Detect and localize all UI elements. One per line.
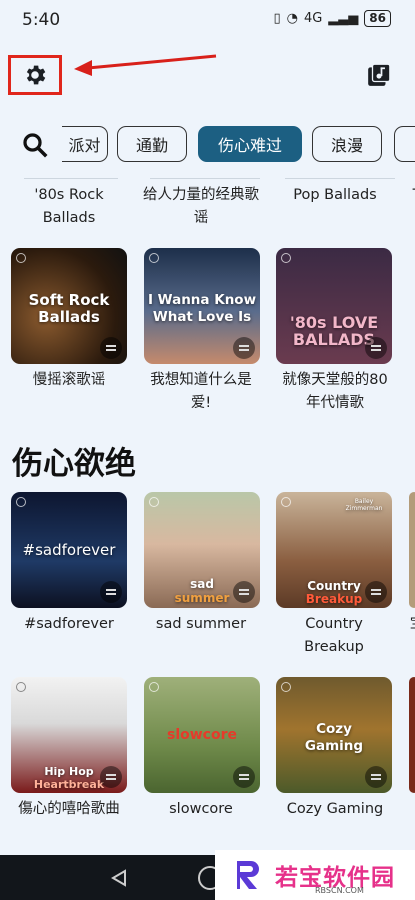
divider	[24, 178, 118, 179]
chip-commute[interactable]: 通勤	[117, 126, 187, 162]
cover-title: Cozy Gaming	[304, 721, 364, 754]
playlist-cover-80s-love[interactable]: '80s LOVE BALLADS	[276, 248, 392, 364]
playlist-cover-love[interactable]: I Wanna Know What Love Is	[144, 248, 260, 364]
playlist-cover-partial[interactable]	[409, 492, 415, 608]
queue-icon[interactable]	[365, 766, 387, 788]
cover-title: slowcore	[167, 727, 237, 743]
playlist-caption[interactable]: Pop Ballads	[276, 184, 394, 207]
signal-4g: 4G	[303, 11, 323, 26]
search-icon[interactable]	[20, 130, 50, 160]
playlist-caption[interactable]: 给人力量的经典歌谣	[142, 184, 260, 230]
queue-icon[interactable]	[233, 581, 255, 603]
playlist-cover-soft-rock[interactable]: Soft Rock Ballads	[11, 248, 127, 364]
playlist-cover-cozy-gaming[interactable]: Cozy Gaming	[276, 677, 392, 793]
cover-artist: Bailey Zimmerman	[345, 498, 383, 512]
queue-icon[interactable]	[100, 766, 122, 788]
playlist-cover-country-breakup[interactable]: Bailey Zimmerman Country Breakup	[276, 492, 392, 608]
chip-party[interactable]: 派对	[62, 126, 108, 162]
watermark-logo	[237, 861, 259, 889]
queue-icon[interactable]	[100, 581, 122, 603]
annotation-arrow	[74, 54, 217, 76]
playlist-caption[interactable]: 慢摇滚歌谣	[10, 369, 128, 392]
vibrate-icon: ▯	[273, 11, 281, 26]
playlist-caption[interactable]: 就像天堂般的80年代情歌	[276, 369, 394, 415]
playlist-caption[interactable]: 傷心的嘻哈歌曲	[10, 798, 128, 821]
queue-icon[interactable]	[100, 337, 122, 359]
playlist-caption[interactable]: 我想知道什么是爱!	[142, 369, 260, 415]
playlist-caption[interactable]: slowcore	[142, 798, 260, 821]
status-time: 5:40	[22, 10, 61, 30]
playlist-caption[interactable]: Country Breakup	[276, 613, 392, 659]
playlist-caption[interactable]: 宝	[407, 613, 415, 636]
playlist-caption[interactable]: #sadforever	[10, 613, 128, 636]
watermark-url: RBSCN.COM	[315, 886, 364, 895]
playlist-cover-sadforever[interactable]: #sadforever	[11, 492, 127, 608]
cover-title: I Wanna Know What Love Is	[147, 292, 257, 325]
queue-icon[interactable]	[233, 337, 255, 359]
playlist-cover-slowcore[interactable]: slowcore	[144, 677, 260, 793]
section-title: 伤心欲绝	[12, 446, 136, 482]
gear-icon[interactable]	[22, 62, 48, 88]
chip-sad[interactable]: 伤心难过	[198, 126, 302, 162]
playlist-cover-sad-summer[interactable]: sad summer	[144, 492, 260, 608]
cover-title: #sadforever	[22, 541, 116, 559]
divider	[285, 178, 395, 179]
status-bar: 5:40 ▯ ◔ 4G ▂▃▅ 86	[0, 0, 415, 40]
cellular-icon: ▂▃▅	[328, 11, 359, 26]
settings-highlight-box	[8, 55, 62, 95]
status-icons: ▯ ◔ 4G ▂▃▅ 86	[273, 10, 391, 27]
chip-romance[interactable]: 浪漫	[312, 126, 382, 162]
watermark: 若宝软件园 RBSCN.COM	[215, 850, 415, 900]
wifi-icon: ◔	[286, 11, 298, 26]
battery-icon: 86	[364, 10, 391, 27]
cover-title: Soft Rock Ballads	[28, 291, 110, 326]
playlist-caption[interactable]: '80s Rock Ballads	[10, 184, 128, 230]
chip-more[interactable]	[394, 126, 415, 162]
queue-icon[interactable]	[233, 766, 255, 788]
divider	[150, 178, 260, 179]
playlist-caption[interactable]: Cozy Gaming	[276, 798, 394, 821]
playlist-cover-partial[interactable]	[409, 677, 415, 793]
library-music-icon[interactable]	[366, 62, 392, 88]
playlist-cover-hip-hop[interactable]: Hip Hop Heartbreak	[11, 677, 127, 793]
queue-icon[interactable]	[365, 581, 387, 603]
playlist-caption[interactable]: sad summer	[142, 613, 260, 636]
playlist-caption[interactable]: T	[407, 184, 415, 207]
queue-icon[interactable]	[365, 337, 387, 359]
back-icon[interactable]	[110, 869, 128, 887]
